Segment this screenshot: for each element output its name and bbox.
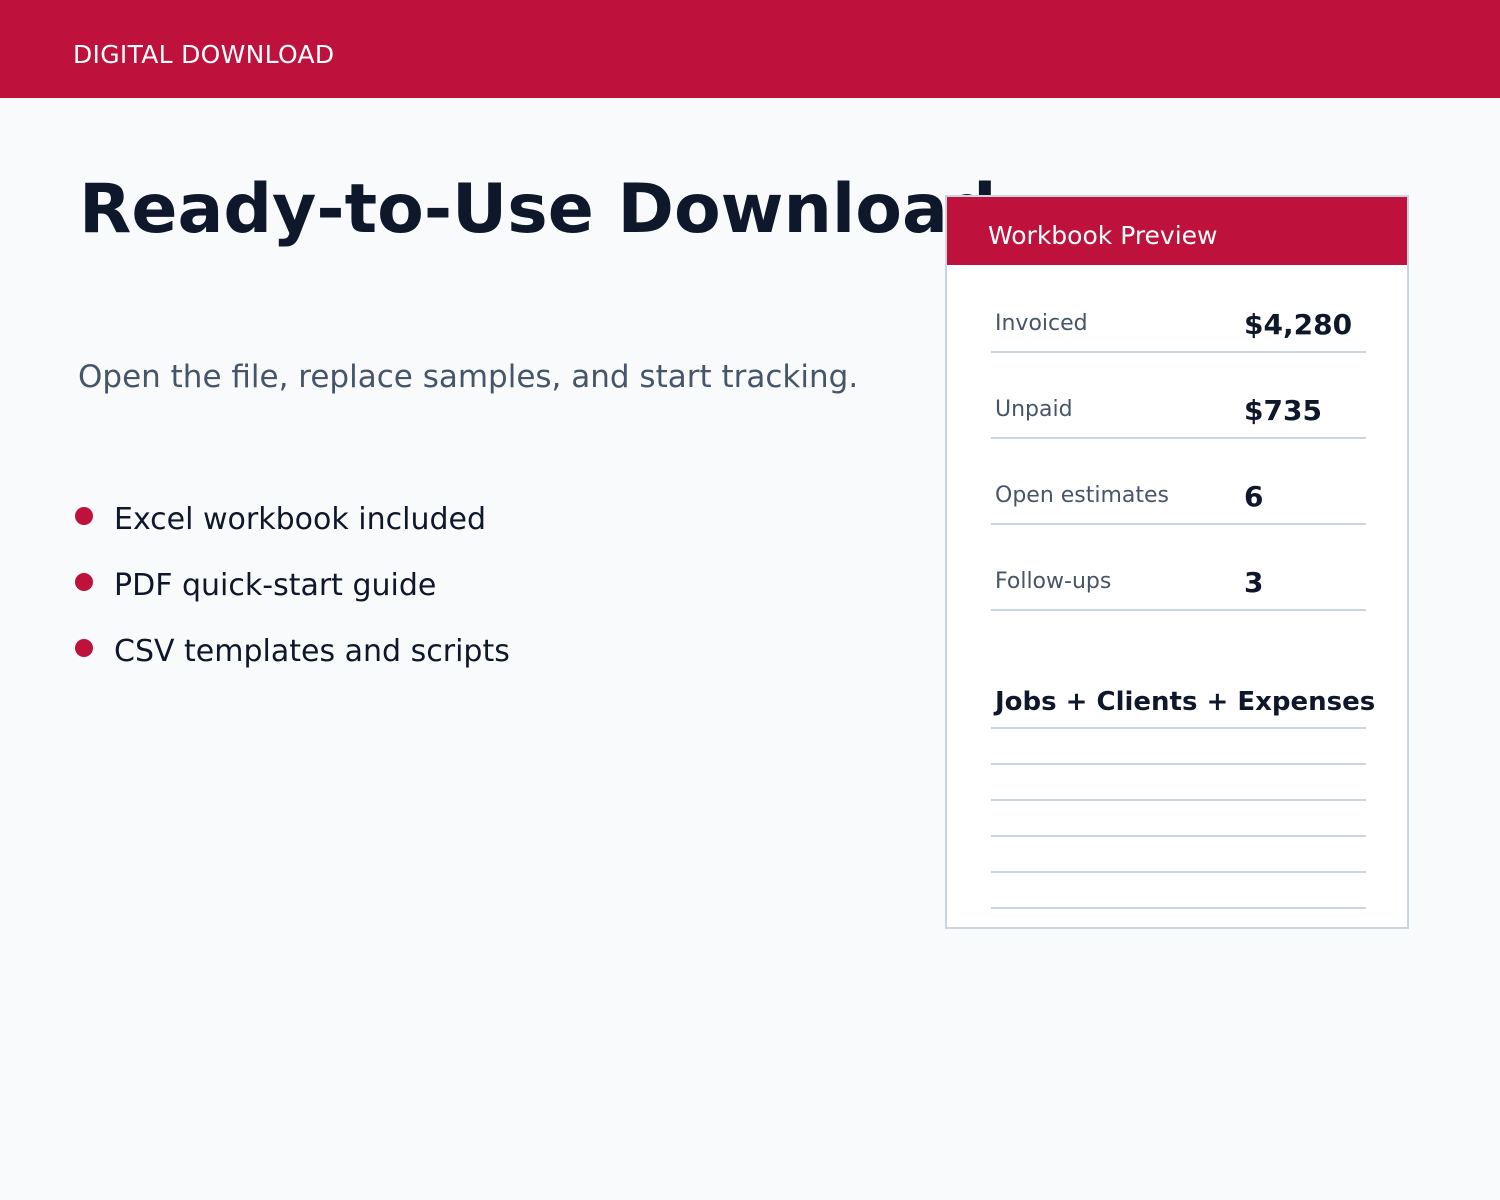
feature-text: PDF quick-start guide xyxy=(114,568,437,603)
sheet-rule xyxy=(991,763,1366,765)
page-title: Ready-to-Use Download xyxy=(79,170,997,249)
sheet-rule xyxy=(991,835,1366,837)
card-title: Workbook Preview xyxy=(988,221,1218,250)
stat-label: Follow-ups xyxy=(995,569,1112,594)
stat-row-follow-ups: Follow-ups 3 xyxy=(991,565,1366,611)
stat-row-invoiced: Invoiced $4,280 xyxy=(991,307,1366,353)
workbook-preview-card: Workbook Preview Invoiced $4,280 Unpaid … xyxy=(945,195,1409,929)
sheet-rule xyxy=(991,799,1366,801)
top-banner: DIGITAL DOWNLOAD xyxy=(0,0,1500,98)
stat-value: $735 xyxy=(1244,394,1322,427)
sheet-rule xyxy=(991,871,1366,873)
stat-label: Unpaid xyxy=(995,397,1073,422)
feature-text: Excel workbook included xyxy=(114,502,486,537)
bullet-icon xyxy=(75,507,93,525)
feature-text: CSV templates and scripts xyxy=(114,634,510,669)
stat-label: Open estimates xyxy=(995,483,1170,508)
stat-row-unpaid: Unpaid $735 xyxy=(991,393,1366,439)
sheet-title: Jobs + Clients + Expenses xyxy=(995,687,1376,717)
stat-value: 6 xyxy=(1244,480,1264,513)
banner-label: DIGITAL DOWNLOAD xyxy=(73,40,335,69)
stat-row-open-estimates: Open estimates 6 xyxy=(991,479,1366,525)
sheet-rule xyxy=(991,907,1366,909)
stat-value: 3 xyxy=(1244,566,1264,599)
bullet-icon xyxy=(75,573,93,591)
sheet-rule xyxy=(991,727,1366,729)
subtitle: Open the file, replace samples, and star… xyxy=(78,359,859,395)
stat-value: $4,280 xyxy=(1244,308,1353,341)
card-header: Workbook Preview xyxy=(947,197,1407,265)
bullet-icon xyxy=(75,639,93,657)
stat-label: Invoiced xyxy=(995,311,1088,336)
